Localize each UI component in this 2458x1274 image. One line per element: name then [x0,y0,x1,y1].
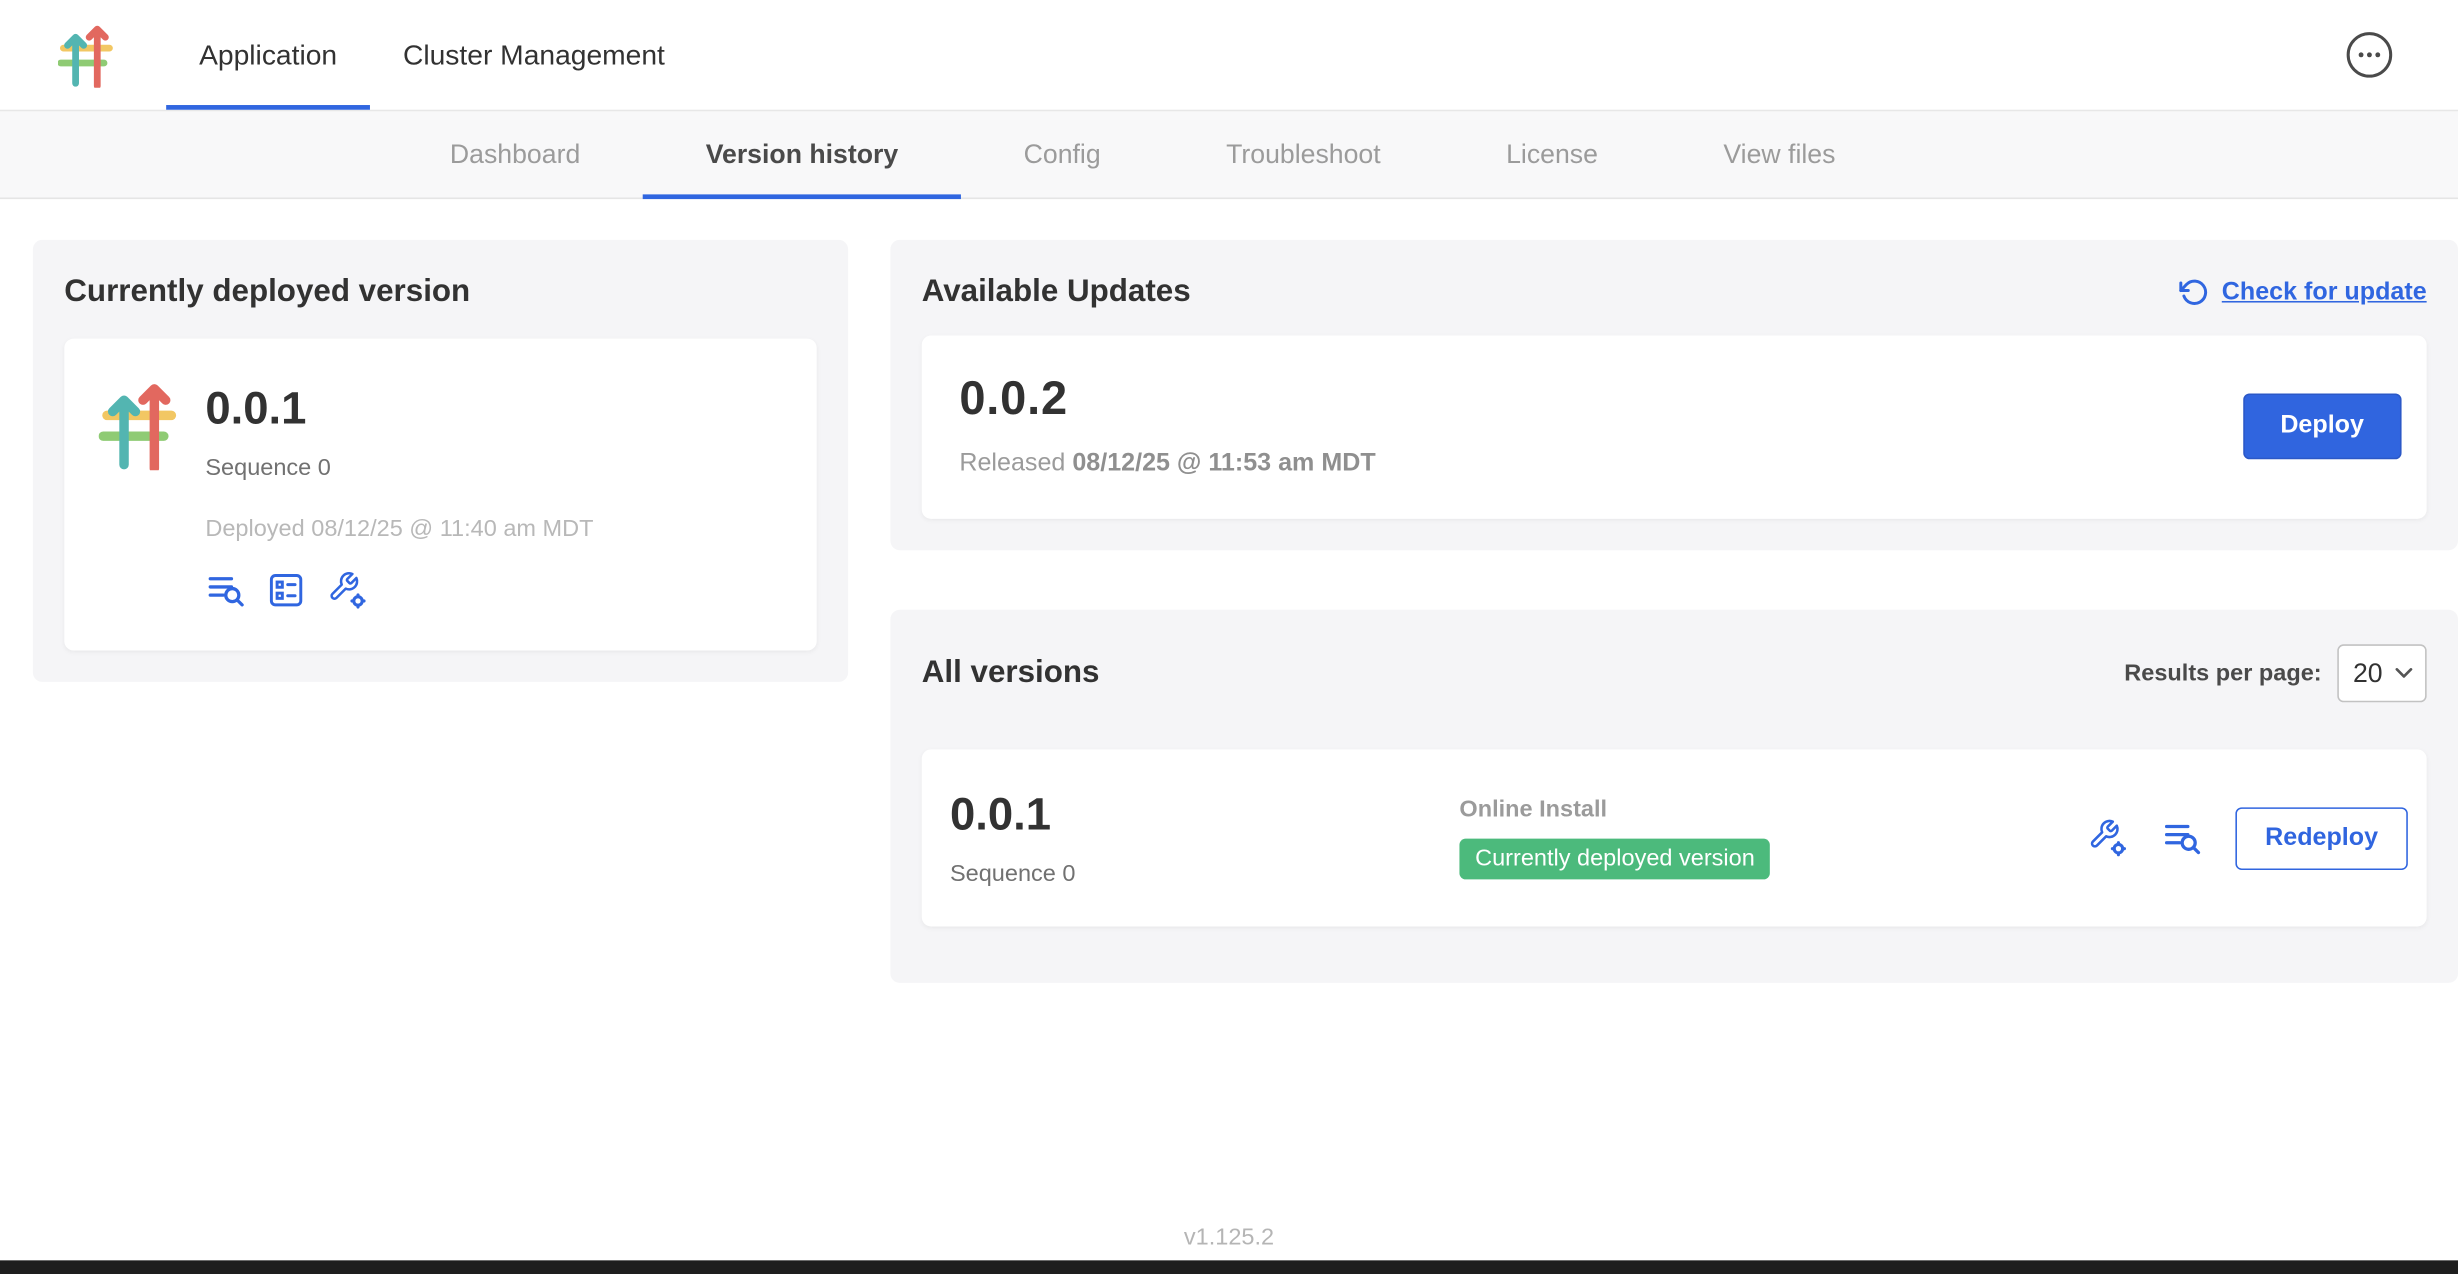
currently-deployed-badge: Currently deployed version [1459,839,1770,880]
subnav-label: Config [1024,139,1101,170]
release-notes-icon[interactable] [2162,818,2201,857]
results-per-page-select[interactable]: 20 [2337,644,2426,702]
deployed-version-number: 0.0.1 [205,382,593,435]
deployed-sequence: Sequence 0 [205,455,593,482]
results-per-page: Results per page: 20 [2124,644,2426,702]
install-type-label: Online Install [1459,796,2088,823]
all-versions-panel: All versions Results per page: 20 0.0. [890,610,2458,983]
subnav-label: License [1506,139,1598,170]
available-updates-panel: Available Updates Check for update 0.0.2… [890,240,2458,550]
top-tabs: Application Cluster Management [166,0,698,110]
preflight-checks-icon[interactable] [266,571,305,610]
deploy-button[interactable]: Deploy [2243,393,2402,459]
currently-deployed-panel: Currently deployed version 0.0.1 Sequenc… [33,240,848,682]
main-content: Currently deployed version 0.0.1 Sequenc… [0,199,2458,983]
subnav-item-troubleshoot[interactable]: Troubleshoot [1163,111,1443,197]
currently-deployed-title: Currently deployed version [64,274,816,310]
more-menu-icon [2345,31,2394,80]
tab-application-label: Application [199,38,337,71]
top-nav: Application Cluster Management [0,0,2458,111]
deployed-actions [205,571,593,610]
tab-cluster-management[interactable]: Cluster Management [370,0,698,110]
app-sub-nav: Dashboard Version history Config Trouble… [0,111,2458,199]
all-versions-title: All versions [922,655,1100,691]
tab-cluster-management-label: Cluster Management [403,38,665,71]
update-released-line: Released 08/12/25 @ 11:53 am MDT [959,450,1375,478]
results-per-page-value: 20 [2353,658,2383,689]
version-row-number: 0.0.1 [950,789,1459,842]
subnav-label: View files [1723,139,1835,170]
redeploy-button[interactable]: Redeploy [2235,807,2407,870]
update-info: 0.0.2 Released 08/12/25 @ 11:53 am MDT [959,373,1375,478]
version-row-info: 0.0.1 Sequence 0 [950,789,1459,888]
subnav-item-dashboard[interactable]: Dashboard [387,111,643,197]
subnav-label: Troubleshoot [1226,139,1381,170]
update-version-number: 0.0.2 [959,373,1375,426]
version-row: 0.0.1 Sequence 0 Online Install Currentl… [922,749,2427,926]
version-row-status: Online Install Currently deployed versio… [1459,796,2088,879]
check-for-update-link[interactable]: Check for update [2179,277,2426,307]
app-logo-icon [99,379,184,609]
deployed-version-info: 0.0.1 Sequence 0 Deployed 08/12/25 @ 11:… [205,379,593,609]
subnav-item-config[interactable]: Config [961,111,1163,197]
subnav-item-version-history[interactable]: Version history [643,111,961,197]
results-per-page-label: Results per page: [2124,660,2321,687]
subnav-item-license[interactable]: License [1443,111,1660,197]
version-row-actions: Redeploy [2088,807,2408,870]
kots-admin-console: Application Cluster Management Dashboard… [0,0,2458,1274]
check-for-update-label: Check for update [2222,278,2427,306]
deployed-date: Deployed 08/12/25 @ 11:40 am MDT [205,516,593,543]
console-version: v1.125.2 [0,1224,2458,1251]
all-versions-header: All versions Results per page: 20 [922,644,2427,702]
available-updates-title: Available Updates [922,274,1191,310]
more-menu-button[interactable] [2345,31,2394,80]
deployed-version-card: 0.0.1 Sequence 0 Deployed 08/12/25 @ 11:… [64,339,816,651]
right-column: Available Updates Check for update 0.0.2… [890,240,2458,983]
chevron-down-icon [2395,668,2412,679]
subnav-label: Dashboard [450,139,580,170]
app-logo-icon [58,22,118,88]
bottom-bar [0,1260,2458,1274]
released-date: 08/12/25 @ 11:53 am MDT [1072,450,1375,477]
subnav-label: Version history [706,139,899,170]
config-wrench-icon[interactable] [328,571,367,610]
config-wrench-icon[interactable] [2088,818,2127,857]
version-row-sequence: Sequence 0 [950,861,1459,888]
available-update-card: 0.0.2 Released 08/12/25 @ 11:53 am MDT D… [922,335,2427,518]
tab-application[interactable]: Application [166,0,370,110]
release-notes-icon[interactable] [205,571,244,610]
subnav-item-view-files[interactable]: View files [1661,111,1898,197]
released-prefix: Released [959,450,1065,477]
available-updates-header: Available Updates Check for update [922,274,2427,310]
refresh-icon [2179,277,2209,307]
